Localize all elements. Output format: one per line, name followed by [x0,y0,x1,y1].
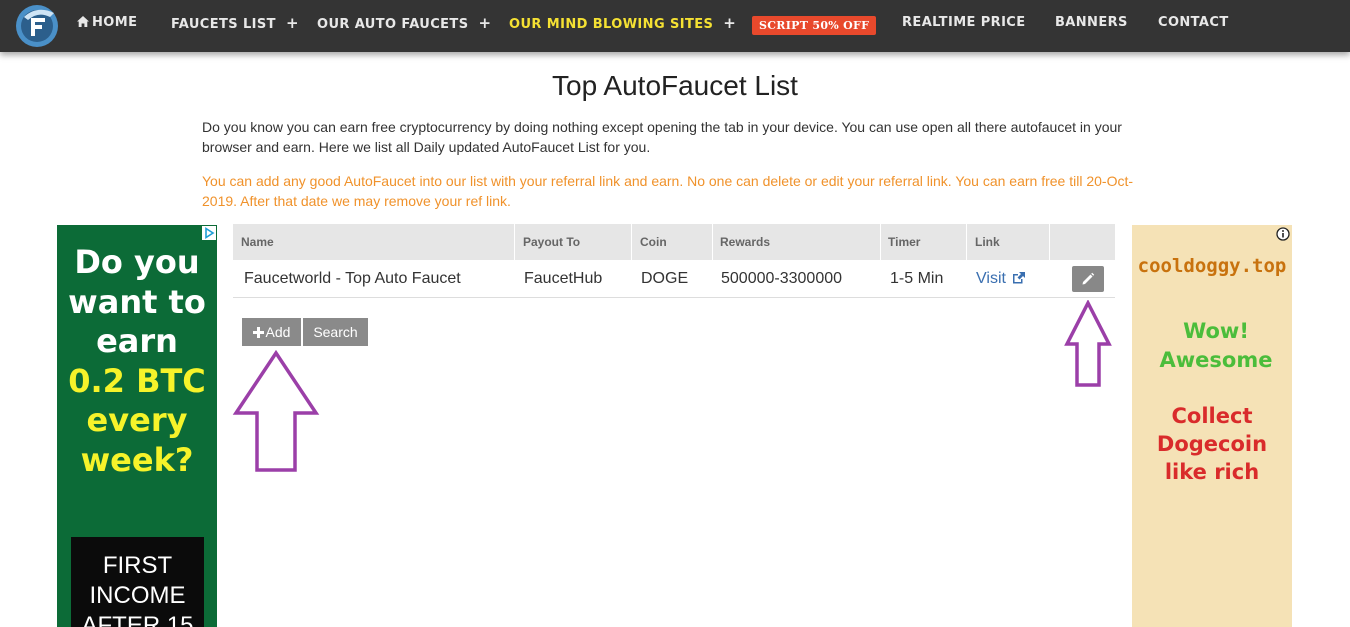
left-ad-line: earn [96,322,178,360]
plus-icon: + [285,14,299,32]
visit-link-label: Visit [976,270,1006,287]
cell-rewards: 500000-3300000 [721,270,843,287]
referral-note: You can add any good AutoFaucet into our… [202,173,1134,209]
column-header-rewards[interactable]: Rewards [720,224,770,260]
left-ad-line: every [86,401,188,439]
right-ad-banner[interactable]: cooldoggy.top Wow! Awesome Collect Dogec… [1132,225,1292,627]
nav-our-auto-faucets-label: OUR AUTO FAUCETS [317,17,469,32]
left-ad-line: want to [68,282,206,321]
cell-name: Faucetworld - Top Auto Faucet [244,270,461,287]
left-ad-banner[interactable]: Do you want to earn 0.2 BTC every week? … [57,225,217,627]
column-header-name[interactable]: Name [241,224,274,260]
nav-faucets-list[interactable]: FAUCETS LIST + [171,0,299,46]
site-logo-icon[interactable] [14,3,60,49]
search-button-label: Search [313,324,358,340]
right-ad-line: Dogecoin [1156,432,1268,456]
cell-coin: DOGE [641,270,689,287]
nav-faucets-list-label: FAUCETS LIST [171,17,276,32]
left-ad-box-line: FIRST [102,552,173,579]
right-ad-wow: Wow! Awesome [1132,317,1292,375]
table-row: Faucetworld - Top Auto Faucet FaucetHub … [233,260,1115,298]
plus-icon: + [478,14,492,32]
left-ad-line: 0.2 BTC [68,361,206,400]
left-ad-line: Do you [74,243,200,281]
add-button-label: Add [265,324,291,340]
nav-our-auto-faucets[interactable]: OUR AUTO FAUCETS + [317,0,491,46]
left-ad-line: week? [80,440,194,479]
nav-home[interactable]: HOME [77,0,137,46]
left-ad-box-line: INCOME [89,582,186,609]
edit-button[interactable] [1072,266,1104,292]
external-link-icon [1013,272,1026,284]
add-button[interactable]: Add [242,318,301,346]
cell-payout: FaucetHub [524,270,603,287]
visit-link[interactable]: Visit [976,260,1026,297]
right-ad-collect: Collect Dogecoin like rich [1132,402,1292,486]
nav-banners[interactable]: BANNERS [1055,0,1128,46]
column-divider [880,224,881,260]
cell-timer: 1-5 Min [890,270,944,287]
page-title: Top AutoFaucet List [552,70,798,101]
right-ad-line: Wow! [1183,319,1249,343]
nav-mind-blowing-sites[interactable]: OUR MIND BLOWING SITES + [509,0,736,46]
pencil-icon [1082,272,1095,285]
left-ad-headline: Do you want to earn 0.2 BTC every week? [57,243,217,480]
column-divider [631,224,632,260]
intro-text: Do you know you can earn free cryptocurr… [202,119,1122,155]
column-header-payout[interactable]: Payout To [523,224,580,260]
right-ad-line: like rich [1164,460,1260,484]
column-divider [712,224,713,260]
search-button[interactable]: Search [303,318,368,346]
script-offer-badge[interactable]: SCRIPT 50% OFF [752,16,877,35]
ad-choices-icon[interactable] [202,226,216,240]
autofaucet-table: Name Payout To Coin Rewards Timer Link F… [233,224,1115,298]
left-ad-box-line: AFTER 15 [81,612,194,627]
left-ad-box: FIRST INCOME AFTER 15 [71,537,204,627]
nav-banners-label: BANNERS [1055,15,1128,30]
nav-realtime-price-label: REALTIME PRICE [902,15,1026,30]
up-arrow-annotation-icon [232,350,320,472]
nav-contact[interactable]: CONTACT [1158,0,1229,46]
column-header-timer[interactable]: Timer [888,224,920,260]
info-icon[interactable] [1276,227,1290,241]
column-header-coin[interactable]: Coin [640,224,667,260]
column-divider [1049,224,1050,260]
nav-home-label: HOME [92,15,138,30]
plus-icon: + [723,14,737,32]
nav-realtime-price[interactable]: REALTIME PRICE [902,0,1026,46]
home-icon [77,16,89,27]
nav-contact-label: CONTACT [1158,15,1229,30]
column-header-link[interactable]: Link [975,224,1000,260]
plus-icon [252,327,264,338]
up-arrow-annotation-icon [1064,300,1112,387]
navbar: HOME FAUCETS LIST + OUR AUTO FAUCETS + OUR… [0,0,1350,52]
right-ad-domain: cooldoggy.top [1137,255,1287,277]
nav-mind-blowing-sites-label: OUR MIND BLOWING SITES [509,17,714,32]
right-ad-line: Awesome [1159,348,1273,372]
right-ad-line: Collect [1171,404,1253,428]
column-divider [514,224,515,260]
table-header: Name Payout To Coin Rewards Timer Link [233,224,1115,260]
column-divider [966,224,967,260]
